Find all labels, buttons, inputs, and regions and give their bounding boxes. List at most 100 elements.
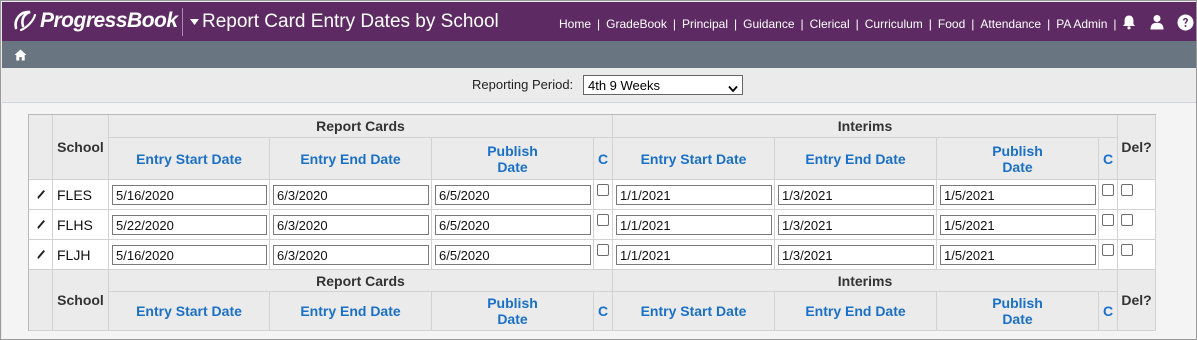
footer-rc-entry-end[interactable]: Entry End Date [270,292,432,331]
window-frame: ProgressBook Report Card Entry Dates by … [0,0,1197,340]
nav-separator: | [800,17,804,31]
rc-publish-input[interactable]: 6/5/2020 [435,215,591,235]
rc-entry-end-input[interactable]: 6/3/2020 [273,245,429,265]
table-cell [1118,180,1156,210]
int-publish-input[interactable]: 1/5/2021 [940,215,1096,235]
app-title-menu[interactable]: Report Card Entry Dates by School [190,11,499,33]
rc-entry-start-input[interactable]: 5/16/2020 [112,185,267,205]
table-cell: 1/3/2021 [775,240,937,270]
footer-int-entry-end-label: Entry End Date [805,303,906,319]
table-cell: 6/3/2020 [270,210,432,240]
rc-publish-input[interactable]: 6/5/2020 [435,185,591,205]
main-content: School Report Cards Interims Del? Entry … [2,103,1196,339]
nav-curriculum[interactable]: Curriculum [865,17,923,31]
footer-int-entry-start-label: Entry Start Date [640,303,747,319]
footer-int-c[interactable]: C [1099,292,1118,331]
rc-entry-start-input[interactable]: 5/16/2020 [112,245,267,265]
footer-rc-publish-line2: Date [497,311,528,327]
bell-icon[interactable] [1120,13,1138,31]
int-entry-start-input[interactable]: 1/1/2021 [616,245,772,265]
nav-clerical[interactable]: Clerical [810,17,850,31]
header-rc-publish[interactable]: Publish Date [432,138,594,180]
header-rc-c[interactable]: C [594,138,613,180]
table-cell: 1/3/2021 [775,210,937,240]
help-icon[interactable] [1176,13,1194,31]
rc-c-checkbox[interactable] [597,184,609,196]
int-c-checkbox[interactable] [1102,244,1114,256]
table-cell [594,240,613,270]
int-entry-end-input[interactable]: 1/3/2021 [778,185,934,205]
progressbook-logo[interactable]: ProgressBook [12,7,178,35]
int-c-checkbox[interactable] [1102,214,1114,226]
breadcrumb [2,41,1196,68]
footer-rc-c[interactable]: C [594,292,613,331]
table-cell: 1/5/2021 [937,240,1099,270]
header-int-c[interactable]: C [1099,138,1118,180]
rc-entry-end-input[interactable]: 6/3/2020 [273,215,429,235]
edit-row-button[interactable] [29,180,53,210]
table-cell: 1/5/2021 [937,210,1099,240]
header-int-entry-end[interactable]: Entry End Date [775,138,937,180]
int-entry-end-input[interactable]: 1/3/2021 [778,245,934,265]
footer-delete: Del? [1118,270,1156,331]
nav-food[interactable]: Food [938,17,965,31]
nav-pa-admin[interactable]: PA Admin [1056,17,1107,31]
progressbook-swoosh-icon [12,8,38,34]
int-publish-input[interactable]: 1/5/2021 [940,245,1096,265]
rc-entry-end-input[interactable]: 6/3/2020 [273,185,429,205]
delete-checkbox[interactable] [1121,214,1133,226]
nav-attendance[interactable]: Attendance [980,17,1041,31]
nav-separator: | [597,17,601,31]
int-publish-input[interactable]: 1/5/2021 [940,185,1096,205]
rc-c-checkbox[interactable] [597,214,609,226]
int-entry-end-input[interactable]: 1/3/2021 [778,215,934,235]
nav-principal[interactable]: Principal [682,17,728,31]
brand-name: ProgressBook [40,9,178,32]
delete-checkbox[interactable] [1121,244,1133,256]
rc-entry-start-input[interactable]: 5/22/2020 [112,215,267,235]
int-c-checkbox[interactable] [1102,184,1114,196]
home-icon[interactable] [14,48,27,61]
header-int-c-label: C [1102,150,1114,167]
header-int-publish[interactable]: Publish Date [937,138,1099,180]
edit-row-button[interactable] [29,210,53,240]
delete-checkbox[interactable] [1121,184,1133,196]
footer-int-publish[interactable]: Publish Date [937,292,1099,331]
int-entry-start-input[interactable]: 1/1/2021 [616,185,772,205]
pencil-icon [37,190,45,199]
nav-separator: | [1047,17,1051,31]
table-cell [1099,180,1118,210]
rc-c-checkbox[interactable] [597,244,609,256]
header-rc-c-label: C [597,150,609,167]
table-cell [1118,240,1156,270]
nav-guidance[interactable]: Guidance [743,17,794,31]
rc-publish-input[interactable]: 6/5/2020 [435,245,591,265]
header-rc-entry-start-label: Entry Start Date [136,150,242,167]
header-rc-entry-start[interactable]: Entry Start Date [109,138,270,180]
footer-rc-entry-start[interactable]: Entry Start Date [109,292,270,331]
header-int-entry-start-label: Entry Start Date [640,150,747,167]
edit-row-button[interactable] [29,240,53,270]
table-cell [1099,210,1118,240]
nav-home[interactable]: Home [559,17,591,31]
header-rc-publish-line1: Publish [487,142,538,159]
top-header: ProgressBook Report Card Entry Dates by … [2,2,1196,41]
header-int-publish-line1: Publish [992,142,1043,159]
user-icon[interactable] [1148,13,1166,31]
footer-int-entry-end[interactable]: Entry End Date [775,292,937,331]
header-school: School [53,115,109,180]
school-name: FLES [53,180,109,210]
header-int-entry-start[interactable]: Entry Start Date [613,138,775,180]
table-cell: 6/5/2020 [432,180,594,210]
footer-int-entry-start[interactable]: Entry Start Date [613,292,775,331]
header-rc-entry-end[interactable]: Entry End Date [270,138,432,180]
table-cell: 6/5/2020 [432,240,594,270]
footer-rc-entry-start-label: Entry Start Date [136,303,242,319]
nav-gradebook[interactable]: GradeBook [606,17,667,31]
table-cell: 5/16/2020 [109,180,270,210]
nav-separator: | [928,17,932,31]
header-rc-publish-line2: Date [497,158,528,175]
reporting-period-select[interactable]: 4th 9 Weeks [583,75,743,95]
footer-rc-publish[interactable]: Publish Date [432,292,594,331]
int-entry-start-input[interactable]: 1/1/2021 [616,215,772,235]
